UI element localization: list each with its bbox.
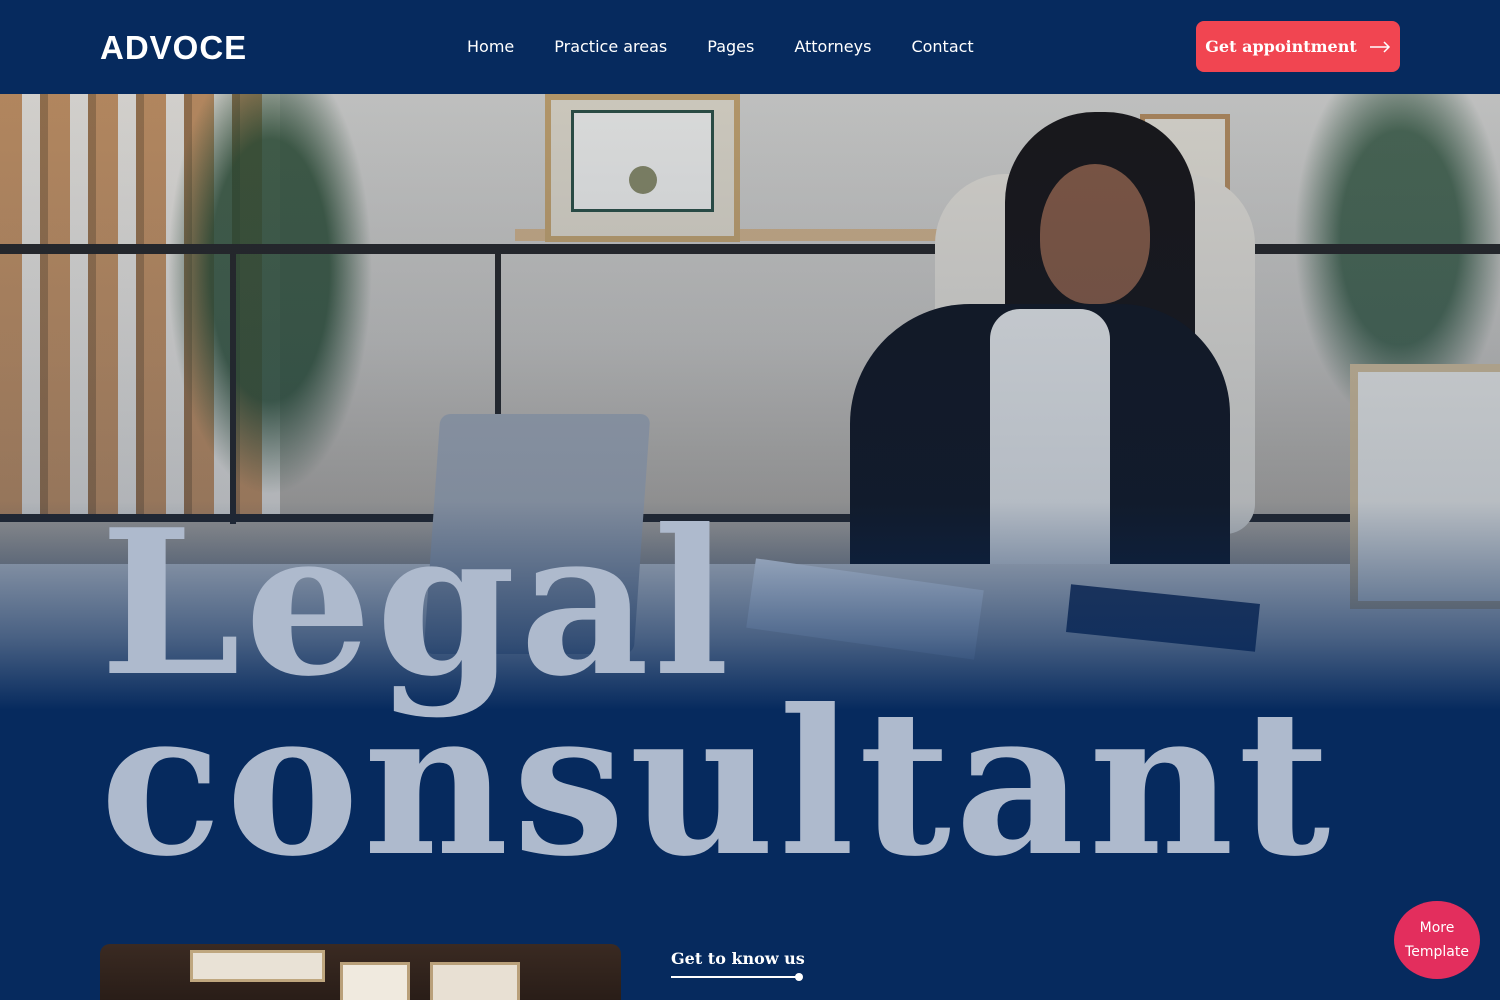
hero-title-line-2: consultant — [100, 666, 1335, 901]
more-template-button[interactable]: More Template — [1394, 901, 1480, 979]
nav-item-practice-areas[interactable]: Practice areas — [554, 36, 667, 58]
get-to-know-us-link[interactable]: Get to know us — [671, 949, 805, 968]
nav-item-attorneys[interactable]: Attorneys — [794, 36, 871, 58]
get-appointment-button[interactable]: Get appointment — [1196, 21, 1400, 72]
arrow-right-icon — [1369, 40, 1390, 53]
brand-logo[interactable]: ADVOCE — [100, 28, 247, 68]
hero-section: Legal consultant Get to know us — [0, 94, 1500, 1000]
nav-item-contact[interactable]: Contact — [911, 36, 973, 58]
nav-item-home[interactable]: Home — [467, 36, 514, 58]
more-template-label: More Template — [1405, 920, 1469, 960]
nav-item-pages[interactable]: Pages — [707, 36, 754, 58]
get-appointment-label: Get appointment — [1205, 37, 1357, 56]
about-image — [100, 944, 621, 1000]
site-header: ADVOCE Home Practice areas Pages Attorne… — [0, 0, 1500, 94]
dot-decoration — [795, 973, 803, 981]
main-nav: Home Practice areas Pages Attorneys Cont… — [467, 36, 974, 58]
underline-decoration — [671, 976, 799, 978]
